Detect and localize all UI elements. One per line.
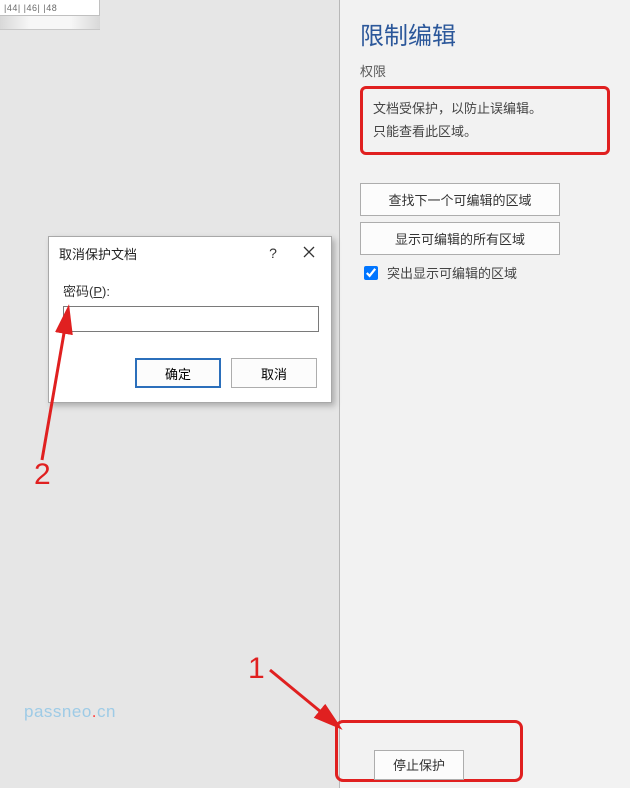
pane-title: 限制编辑 [360,16,610,51]
protection-info-box: 文档受保护，以防止误编辑。 只能查看此区域。 [360,86,610,155]
watermark: passneo.cn [24,702,116,722]
protection-info-line1: 文档受保护，以防止误编辑。 [373,97,597,120]
ok-button[interactable]: 确定 [135,358,221,388]
ruler-marks: |44| |46| |48 [0,3,57,13]
protection-info-line2: 只能查看此区域。 [373,120,597,143]
ruler: |44| |46| |48 [0,0,100,16]
restrict-editing-pane: 限制编辑 权限 文档受保护，以防止误编辑。 只能查看此区域。 查找下一个可编辑的… [340,0,630,788]
password-input[interactable] [63,306,319,332]
highlight-editable-checkbox-row[interactable]: 突出显示可编辑的区域 [360,263,610,283]
stop-protection-button[interactable]: 停止保护 [374,750,464,780]
dialog-title-text: 取消保护文档 [59,244,255,263]
dialog-titlebar[interactable]: 取消保护文档 ? [49,237,331,269]
annotation-number-1: 1 [248,652,265,686]
highlight-editable-checkbox[interactable] [364,266,378,280]
annotation-number-2: 2 [34,458,51,492]
show-all-editable-button[interactable]: 显示可编辑的所有区域 [360,222,560,255]
password-label: 密码(P): [63,281,317,300]
find-next-editable-button[interactable]: 查找下一个可编辑的区域 [360,183,560,216]
page-thumbnail-strip [0,16,100,30]
dialog-help-button[interactable]: ? [255,245,291,261]
highlight-editable-label: 突出显示可编辑的区域 [387,263,517,282]
cancel-button[interactable]: 取消 [231,358,317,388]
close-icon[interactable] [291,245,327,262]
unprotect-document-dialog: 取消保护文档 ? 密码(P): 确定 取消 [48,236,332,403]
pane-subtitle: 权限 [360,61,610,80]
